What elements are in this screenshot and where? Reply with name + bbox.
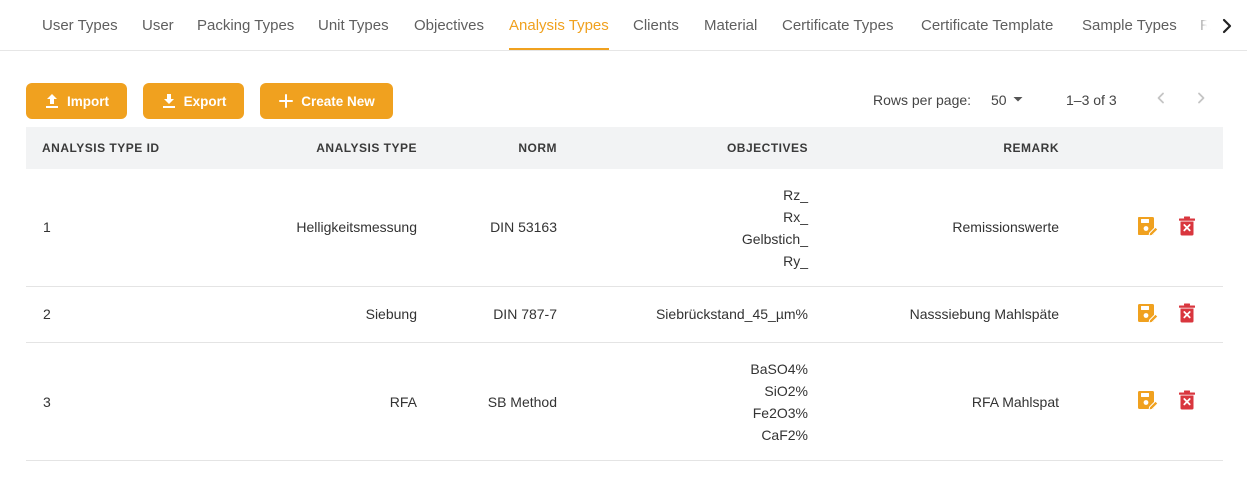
delete-button[interactable] [1176, 390, 1198, 415]
tab-user[interactable]: User [142, 0, 174, 51]
chevron-right-icon[interactable] [1215, 12, 1239, 40]
column-header-objectives[interactable]: OBJECTIVES [727, 127, 808, 169]
tab-certificate-template[interactable]: Certificate Template [921, 0, 1053, 51]
previous-page-button[interactable] [1149, 88, 1173, 112]
table-row: 1 Helligkeitsmessung DIN 53163 Rz_ Rx_ G… [26, 169, 1223, 287]
tab-bar: User Types User Packing Types Unit Types… [0, 0, 1247, 51]
caret-down-icon [1011, 92, 1025, 109]
export-button[interactable]: Export [143, 83, 244, 119]
rows-per-page-label: Rows per page: [873, 92, 972, 108]
rows-per-page-select[interactable]: 50 [991, 89, 1025, 111]
objective-item: Siebrückstand_45_µm% [655, 306, 808, 322]
delete-button[interactable] [1176, 216, 1198, 241]
tab-objectives[interactable]: Objectives [414, 0, 484, 51]
edit-button[interactable] [1136, 389, 1159, 416]
cell-analysis-type: RFA [389, 394, 417, 410]
objective-item: SiO2% [764, 383, 808, 399]
tab-fade [1196, 0, 1210, 50]
tab-certificate-types[interactable]: Certificate Types [782, 0, 893, 51]
rows-per-page-value: 50 [991, 92, 1007, 108]
save-edit-icon [1136, 302, 1159, 329]
download-icon [161, 93, 177, 109]
tab-packing-types[interactable]: Packing Types [197, 0, 294, 51]
import-label: Import [67, 93, 109, 109]
objective-item: Rz_ [783, 187, 808, 203]
next-page-button[interactable] [1189, 88, 1213, 112]
cell-remark: RFA Mahlspat [971, 394, 1059, 410]
cell-norm: DIN 53163 [490, 219, 557, 235]
delete-icon [1178, 390, 1196, 415]
save-edit-icon [1136, 389, 1159, 416]
edit-button[interactable] [1136, 302, 1159, 329]
objective-item: Rx_ [783, 209, 808, 225]
edit-button[interactable] [1136, 215, 1159, 242]
chevron-left-icon [1154, 91, 1168, 110]
cell-objectives: Rz_ Rx_ Gelbstich_ Ry_ [742, 184, 808, 272]
tab-material[interactable]: Material [704, 0, 757, 51]
delete-icon [1178, 216, 1196, 241]
cell-analysis-type: Siebung [365, 306, 417, 322]
import-button[interactable]: Import [26, 83, 127, 119]
export-label: Export [183, 93, 227, 109]
plus-icon [278, 93, 294, 109]
upload-icon [44, 93, 60, 109]
chevron-right-icon [1194, 91, 1208, 110]
objective-item: Gelbstich_ [741, 231, 808, 247]
column-header-analysis-type[interactable]: ANALYSIS TYPE [316, 127, 417, 169]
tab-unit-types[interactable]: Unit Types [318, 0, 389, 51]
cell-id: 1 [43, 219, 51, 235]
objective-item: CaF2% [761, 427, 808, 443]
cell-remark: Nasssiebung Mahlspäte [909, 306, 1059, 322]
create-new-label: Create New [301, 93, 375, 109]
cell-norm: DIN 787-7 [493, 306, 557, 322]
tab-analysis-types[interactable]: Analysis Types [509, 0, 609, 51]
objective-item: BaSO4% [750, 361, 808, 377]
save-edit-icon [1136, 215, 1159, 242]
cell-remark: Remissionswerte [952, 219, 1059, 235]
column-header-remark[interactable]: REMARK [1003, 127, 1059, 169]
table-row: 3 RFA SB Method BaSO4% SiO2% Fe2O3% CaF2… [26, 343, 1223, 461]
cell-objectives: BaSO4% SiO2% Fe2O3% CaF2% [750, 358, 808, 446]
tab-clients[interactable]: Clients [633, 0, 679, 51]
column-header-id[interactable]: ANALYSIS TYPE ID [42, 127, 160, 169]
tab-user-types[interactable]: User Types [42, 0, 118, 51]
objective-item: Fe2O3% [752, 405, 808, 421]
column-header-norm[interactable]: NORM [518, 127, 557, 169]
create-new-button[interactable]: Create New [260, 83, 393, 119]
pagination-range: 1–3 of 3 [1066, 92, 1117, 108]
cell-analysis-type: Helligkeitsmessung [296, 219, 417, 235]
objective-item: Ry_ [783, 253, 808, 269]
delete-button[interactable] [1176, 303, 1198, 328]
cell-id: 2 [43, 306, 51, 322]
table-header: ANALYSIS TYPE ID ANALYSIS TYPE NORM OBJE… [26, 127, 1223, 169]
delete-icon [1178, 303, 1196, 328]
cell-objectives: Siebrückstand_45_µm% [656, 303, 808, 325]
table-row: 2 Siebung DIN 787-7 Siebrückstand_45_µm%… [26, 287, 1223, 343]
cell-id: 3 [43, 394, 51, 410]
tab-sample-types[interactable]: Sample Types [1082, 0, 1177, 51]
cell-norm: SB Method [487, 394, 557, 410]
